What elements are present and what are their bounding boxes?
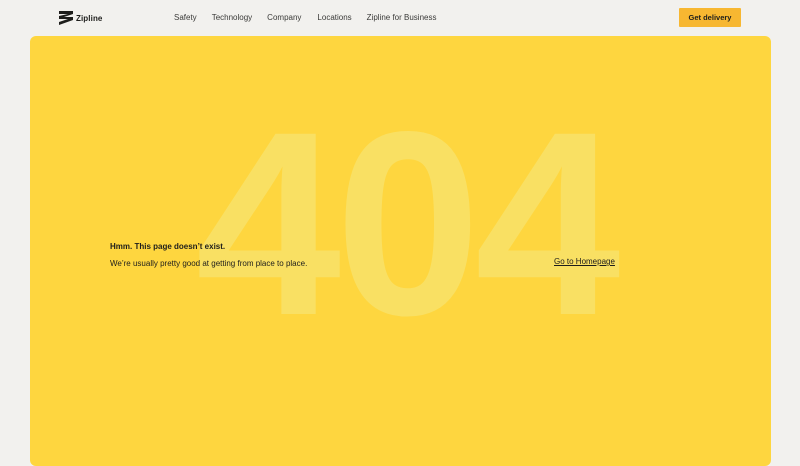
get-delivery-button[interactable]: Get delivery [679, 8, 741, 27]
error-title: Hmm. This page doesn’t exist. [110, 242, 226, 251]
go-to-homepage-link[interactable]: Go to Homepage [554, 257, 615, 266]
logo-text: Zipline [76, 13, 103, 23]
error-code-background: 404 [195, 77, 620, 370]
main-nav: Safety Technology Company Locations Zipl… [174, 13, 436, 22]
nav-link-locations[interactable]: Locations [317, 13, 351, 22]
logo-link[interactable]: Zipline [59, 10, 102, 26]
nav-link-zipline-for-business[interactable]: Zipline for Business [367, 13, 437, 22]
nav-link-company[interactable]: Company [267, 13, 301, 22]
error-description: We’re usually pretty good at getting fro… [110, 259, 308, 268]
zipline-logo-icon [59, 11, 73, 25]
error-panel: 404 Hmm. This page doesn’t exist. We’re … [30, 36, 771, 466]
error-message: Hmm. This page doesn’t exist. We’re usua… [110, 242, 310, 270]
nav-link-safety[interactable]: Safety [174, 13, 197, 22]
site-header: Zipline Safety Technology Company Locati… [0, 0, 800, 36]
nav-link-technology[interactable]: Technology [212, 13, 252, 22]
